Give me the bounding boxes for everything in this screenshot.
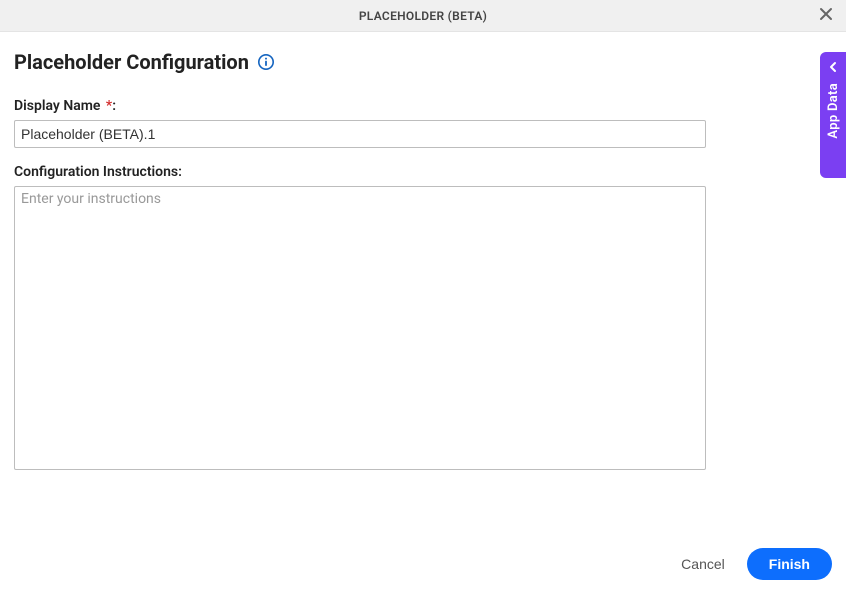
display-name-label-text: Display Name — [14, 98, 100, 114]
required-asterisk: * — [102, 98, 112, 114]
modal-footer: Cancel Finish — [0, 541, 846, 597]
chevron-left-icon — [827, 58, 839, 77]
instructions-textarea[interactable] — [14, 186, 706, 470]
finish-button[interactable]: Finish — [747, 548, 832, 580]
close-button[interactable] — [814, 4, 838, 28]
close-icon — [818, 6, 834, 25]
info-icon[interactable] — [257, 53, 275, 71]
app-data-side-tab[interactable]: App Data — [820, 52, 846, 178]
page-title-row: Placeholder Configuration — [14, 50, 832, 74]
display-name-input[interactable] — [14, 120, 706, 148]
display-name-label: Display Name *: — [14, 98, 832, 114]
modal-header: PLACEHOLDER (BETA) — [0, 0, 846, 32]
app-data-side-tab-label: App Data — [826, 83, 841, 139]
instructions-label: Configuration Instructions: — [14, 164, 832, 180]
page-title: Placeholder Configuration — [14, 50, 249, 74]
modal-body: Placeholder Configuration Display Name *… — [0, 32, 846, 541]
modal-title: PLACEHOLDER (BETA) — [359, 9, 487, 23]
display-name-colon: : — [112, 98, 116, 114]
cancel-button[interactable]: Cancel — [675, 548, 731, 580]
